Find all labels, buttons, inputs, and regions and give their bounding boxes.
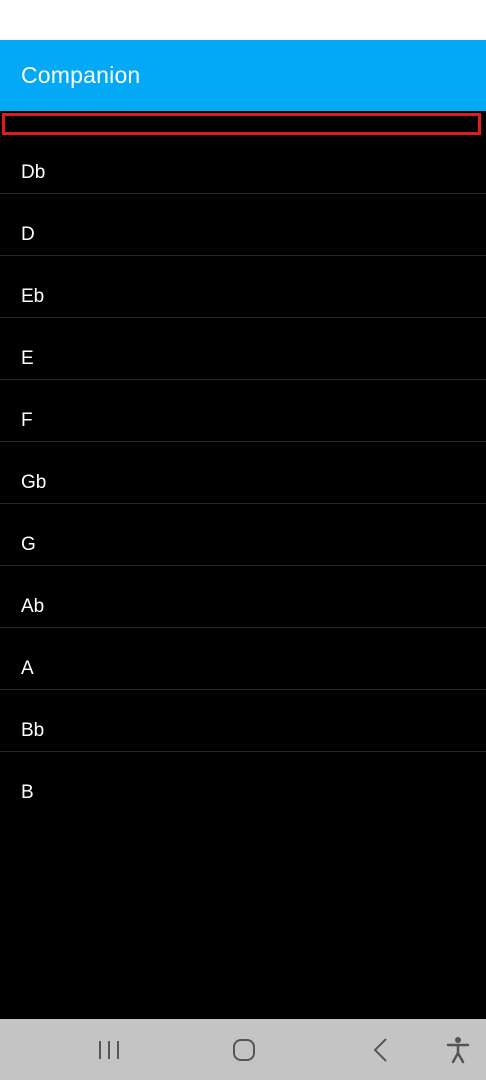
list-item-db[interactable]: Db <box>0 132 486 194</box>
app-bar: Companion <box>0 40 486 111</box>
home-icon[interactable] <box>227 1033 261 1067</box>
list-item-b[interactable]: B <box>0 752 486 814</box>
list-item-gb[interactable]: Gb <box>0 442 486 504</box>
list-item-ab[interactable]: Ab <box>0 566 486 628</box>
list-item-label: D <box>21 224 35 245</box>
list-item-label: Ab <box>21 596 45 617</box>
recent-apps-icon[interactable] <box>92 1033 126 1067</box>
list-item-label: Eb <box>21 286 45 307</box>
list-item-bb[interactable]: Bb <box>0 690 486 752</box>
key-list[interactable]: Db D Eb E F Gb G Ab A Bb B <box>0 111 486 1019</box>
app-title: Companion <box>21 62 141 88</box>
list-item-a[interactable]: A <box>0 628 486 690</box>
list-item-g[interactable]: G <box>0 504 486 566</box>
list-item-f[interactable]: F <box>0 380 486 442</box>
list-item-d[interactable]: D <box>0 194 486 256</box>
accessibility-icon[interactable] <box>441 1033 475 1067</box>
list-item-label: A <box>21 658 34 679</box>
list-item-label: G <box>21 534 36 555</box>
list-item-eb[interactable]: Eb <box>0 256 486 318</box>
back-icon[interactable] <box>364 1033 398 1067</box>
list-item-label: F <box>21 410 33 431</box>
status-bar <box>0 0 486 40</box>
list-item-label: Bb <box>21 720 45 741</box>
list-item-label: Gb <box>21 472 47 493</box>
list-item-e[interactable]: E <box>0 318 486 380</box>
list-item-label: B <box>21 782 34 803</box>
list-item-label: Db <box>21 162 46 183</box>
list-item-label: E <box>21 348 34 369</box>
navigation-bar <box>0 1019 486 1080</box>
